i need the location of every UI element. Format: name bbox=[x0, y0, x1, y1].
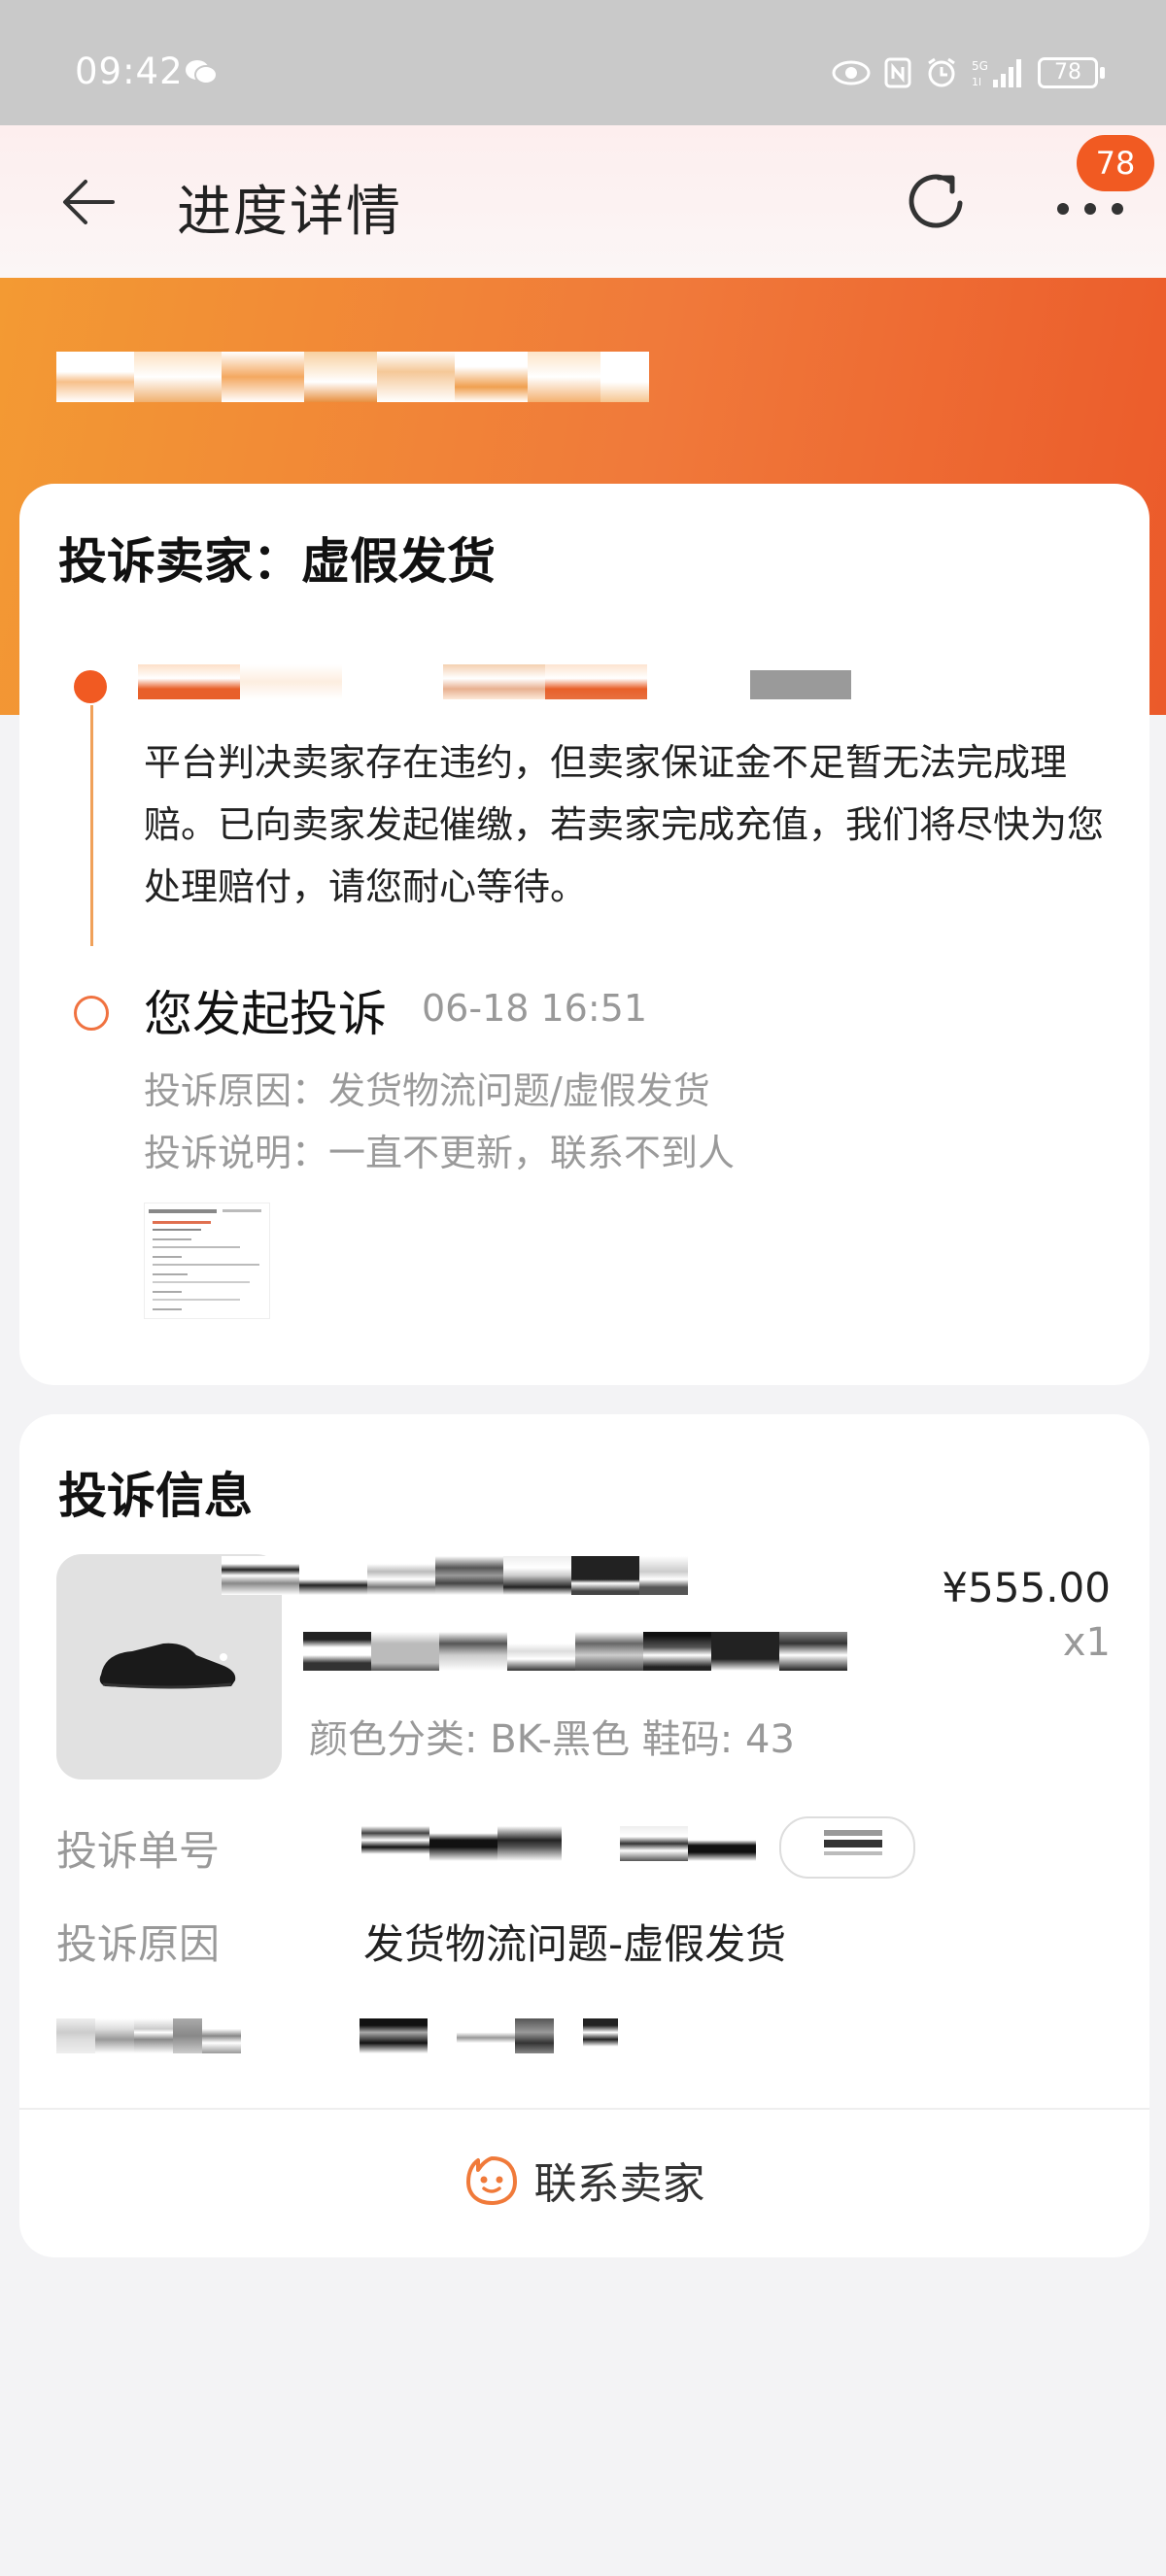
product-quantity: x1 bbox=[1062, 1620, 1111, 1665]
timeline-dot-past bbox=[74, 996, 109, 1031]
divider bbox=[19, 2108, 1149, 2110]
notification-badge: 78 bbox=[1077, 135, 1154, 191]
reason-value: 发货物流问题-虚假发货 bbox=[363, 1920, 787, 1968]
complaint-description: 投诉说明：一直不更新，联系不到人 bbox=[144, 1132, 736, 1174]
battery-indicator: 78 bbox=[1038, 57, 1105, 88]
redacted-status-detail bbox=[443, 664, 647, 699]
alarm-icon bbox=[928, 57, 955, 87]
reason-label: 投诉原因 bbox=[56, 1920, 221, 1968]
signal-icon: 5G1l bbox=[972, 59, 1021, 88]
copy-icon bbox=[824, 1830, 882, 1855]
redacted-status-time bbox=[750, 670, 851, 699]
judgement-text: 平台判决卖家存在违约，但卖家保证金不足暂无法完成理赔。已向卖家发起催缴，若卖家完… bbox=[144, 741, 1105, 908]
redacted-product-name-line2 bbox=[303, 1632, 847, 1671]
svg-text:5G: 5G bbox=[972, 59, 988, 73]
order-no-label: 投诉单号 bbox=[56, 1827, 221, 1875]
svg-text:1l: 1l bbox=[972, 76, 981, 88]
sneaker-icon bbox=[99, 1643, 236, 1689]
event-title: 您发起投诉 bbox=[144, 986, 387, 1042]
redacted-status-text bbox=[56, 352, 649, 402]
info-title: 投诉信息 bbox=[58, 1468, 253, 1524]
complaint-info-card: 投诉信息 ¥555.00 x1 颜色分类: BK-黑色 鞋码: 43 投诉单号 bbox=[19, 1414, 1149, 2257]
status-time: 09:42 bbox=[75, 51, 184, 92]
complaint-reason: 投诉原因：发货物流问题/虚假发货 bbox=[144, 1069, 710, 1112]
complaint-title: 投诉卖家：虚假发货 bbox=[58, 533, 496, 590]
copy-order-number-button[interactable] bbox=[779, 1816, 915, 1879]
timeline-dot-current bbox=[74, 670, 107, 703]
nfc-icon bbox=[884, 57, 911, 88]
page-title: 进度详情 bbox=[177, 181, 402, 244]
contact-seller-label: 联系卖家 bbox=[533, 2159, 705, 2209]
redacted-extra-label bbox=[56, 2018, 280, 2053]
evidence-screenshot-thumbnail[interactable] bbox=[144, 1203, 270, 1319]
wechat-icon bbox=[186, 60, 218, 85]
redacted-product-name-line1 bbox=[222, 1556, 688, 1595]
back-arrow-icon[interactable] bbox=[60, 174, 117, 230]
contact-seller-button[interactable]: 联系卖家 bbox=[19, 2149, 1149, 2211]
app-header: 进度详情 78 bbox=[0, 125, 1166, 278]
event-time: 06-18 16:51 bbox=[422, 987, 648, 1030]
complaint-progress-card: 投诉卖家：虚假发货 平台判决卖家存在违约，但卖家保证金不足暂无法完成理赔。已向卖… bbox=[19, 484, 1149, 1385]
redacted-extra-value bbox=[360, 2018, 670, 2053]
status-bar: 09:42 5G 1l 78 bbox=[0, 0, 1166, 125]
timeline-line bbox=[90, 705, 93, 946]
chat-face-icon bbox=[465, 2156, 517, 2205]
screenshot-preview-icon bbox=[149, 1209, 261, 1310]
status-icons: 5G 1l 78 bbox=[832, 56, 1105, 89]
eye-icon bbox=[832, 60, 871, 85]
product-price: ¥555.00 bbox=[942, 1564, 1111, 1611]
product-spec: 颜色分类: BK-黑色 鞋码: 43 bbox=[309, 1717, 795, 1762]
refresh-icon[interactable] bbox=[902, 166, 972, 236]
